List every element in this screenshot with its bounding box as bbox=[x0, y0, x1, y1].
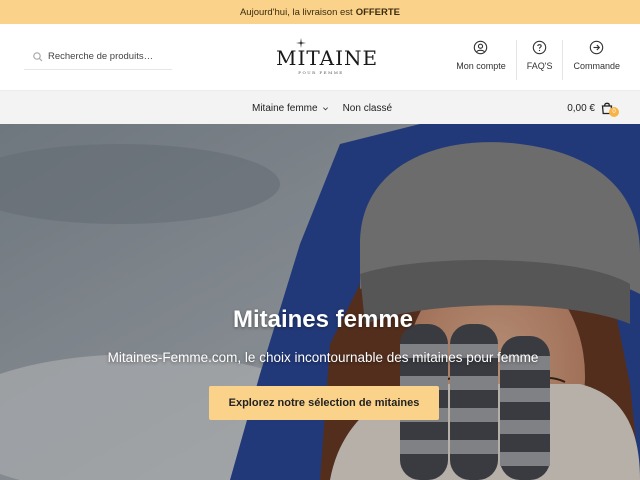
search-form bbox=[24, 44, 172, 70]
order-link[interactable]: Commande bbox=[562, 40, 630, 80]
faq-link[interactable]: FAQ'S bbox=[515, 40, 563, 80]
menu-item-label: Non classé bbox=[342, 102, 393, 114]
primary-navigation: Mitaine femme Non classé 0,00 € 0 bbox=[0, 90, 640, 124]
my-account-label: Mon compte bbox=[456, 61, 506, 71]
help-icon bbox=[532, 40, 547, 55]
site-header: MITAINE POUR FEMME Mon compte FAQ'S bbox=[0, 24, 640, 90]
account-nav: Mon compte FAQ'S Commande bbox=[446, 40, 630, 80]
announcement-text: Aujourd'hui, la livraison est bbox=[239, 6, 353, 18]
logo-tagline: POUR FEMME bbox=[298, 70, 344, 75]
hero-overlay bbox=[0, 124, 640, 480]
menu-item-mitaine-femme[interactable]: Mitaine femme bbox=[252, 103, 329, 114]
announcement-highlight: OFFERTE bbox=[355, 6, 401, 18]
menu-item-non-classe[interactable]: Non classé bbox=[343, 103, 392, 114]
hero-subtitle: Mitaines-Femme.com, le choix incontourna… bbox=[107, 350, 539, 365]
cart-link[interactable]: 0,00 € 0 bbox=[567, 91, 619, 125]
cart-count-badge: 0 bbox=[609, 107, 619, 117]
hero-title: Mitaines femme bbox=[232, 306, 414, 333]
search-input[interactable] bbox=[48, 51, 168, 62]
arrow-right-icon bbox=[589, 40, 604, 55]
my-account-link[interactable]: Mon compte bbox=[446, 40, 516, 80]
hero-banner: Mitaines femme Mitaines-Femme.com, le ch… bbox=[0, 124, 640, 480]
search-icon[interactable] bbox=[30, 49, 46, 65]
explore-mittens-button[interactable]: Explorez notre sélection de mitaines bbox=[209, 386, 439, 420]
faq-label: FAQ'S bbox=[526, 61, 553, 71]
cart-bag: 0 bbox=[600, 101, 619, 117]
main-menu: Mitaine femme Non classé bbox=[252, 91, 406, 125]
logo-wordmark: MITAINE bbox=[276, 46, 379, 70]
user-icon bbox=[474, 40, 488, 55]
site-logo[interactable]: MITAINE POUR FEMME bbox=[276, 38, 379, 82]
chevron-down-icon bbox=[322, 106, 328, 110]
cart-total: 0,00 € bbox=[567, 102, 595, 114]
menu-item-label: Mitaine femme bbox=[252, 102, 318, 114]
announcement-bar: Aujourd'hui, la livraison est OFFERTE bbox=[0, 0, 640, 24]
order-label: Commande bbox=[573, 61, 620, 71]
